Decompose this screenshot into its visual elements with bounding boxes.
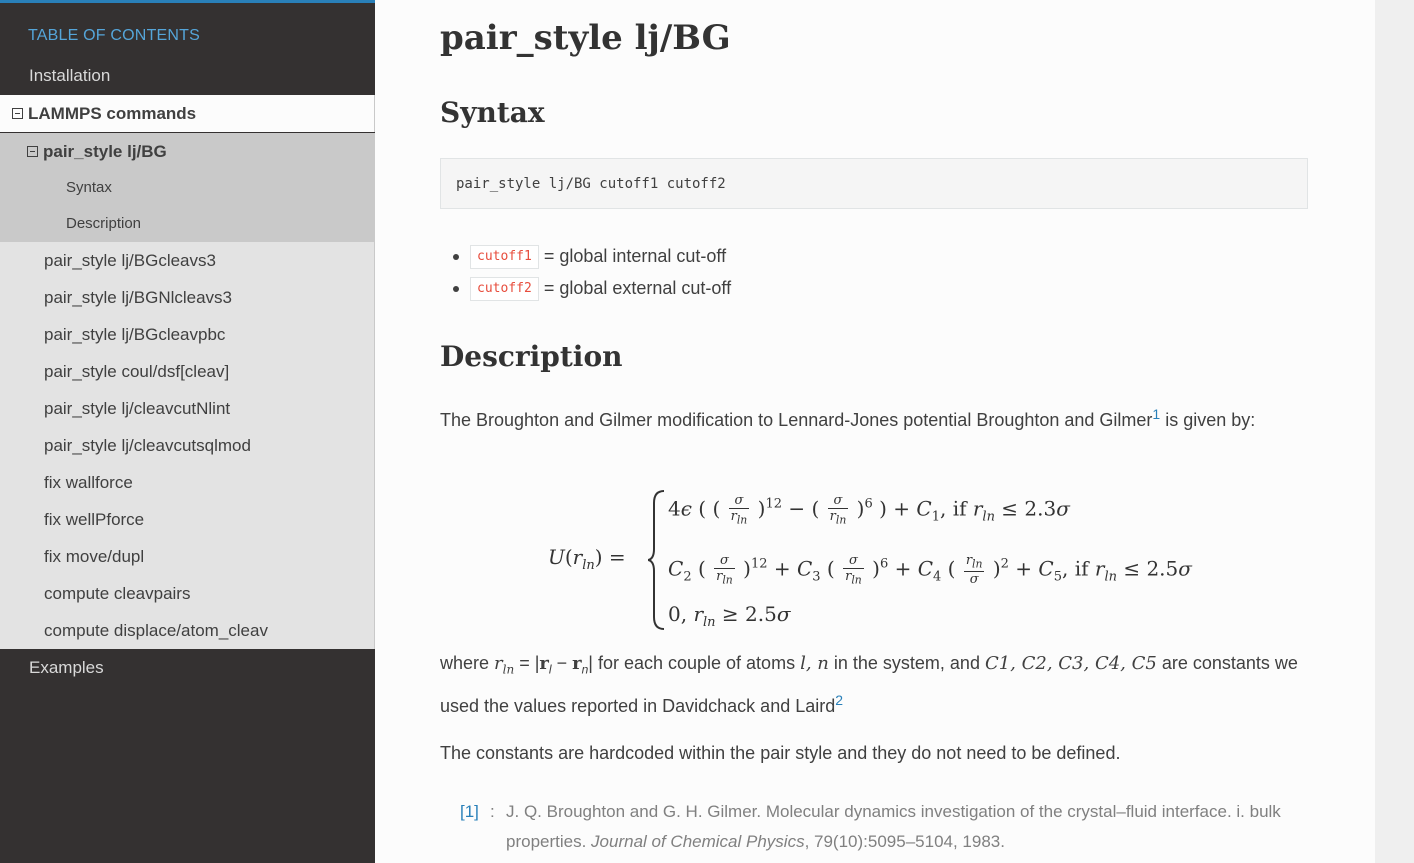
math-constants: C1, C2, C3, C4, C5 bbox=[984, 653, 1157, 674]
equation-lhs: U(rln) = bbox=[548, 545, 626, 573]
hardcoded-paragraph: The constants are hardcoded within the p… bbox=[440, 743, 1121, 763]
sidebar-subitem-description[interactable]: Description bbox=[0, 206, 375, 242]
sidebar-item-lammps-commands[interactable]: LAMMPS commands bbox=[0, 95, 375, 132]
sidebar-subitem-syntax[interactable]: Syntax bbox=[0, 170, 375, 206]
math-atoms: l, n bbox=[800, 653, 829, 674]
list-item: cutoff2 = global external cut-off bbox=[440, 274, 731, 306]
sidebar-item-installation[interactable]: Installation bbox=[0, 57, 375, 94]
sidebar-item[interactable]: pair_style lj/cleavcutsqlmod bbox=[0, 427, 375, 464]
sidebar-item[interactable]: pair_style lj/BGcleavs3 bbox=[0, 242, 375, 279]
equation-case-3: 0, rln ≥ 2.5σ bbox=[668, 602, 791, 630]
argument-list: cutoff1 = global internal cut-off cutoff… bbox=[440, 242, 731, 306]
sidebar-item[interactable]: pair_style lj/BGcleavpbc bbox=[0, 316, 375, 353]
equation-case-1: 4ϵ ( ( σ rln )12 − ( σ rln )6 ) + C1, if r… bbox=[668, 493, 1070, 527]
collapse-icon[interactable] bbox=[27, 145, 38, 157]
intro-paragraph: The Broughton and Gilmer modification to… bbox=[440, 399, 1310, 435]
arg-literal: cutoff1 bbox=[470, 245, 539, 270]
sidebar-item[interactable]: compute displace/atom_cleav bbox=[0, 612, 375, 649]
sidebar-item[interactable]: pair_style lj/BGNlcleavs3 bbox=[0, 279, 375, 316]
brace-icon bbox=[648, 490, 665, 630]
math-vector-rl: r bbox=[539, 653, 549, 674]
math-r-ln: rln bbox=[494, 653, 515, 677]
sidebar: TABLE OF CONTENTS Installation LAMMPS co… bbox=[0, 0, 375, 863]
intro-tail: is given by: bbox=[1160, 410, 1256, 430]
sidebar-item[interactable]: pair_style lj/cleavcutNlint bbox=[0, 390, 375, 427]
collapse-icon[interactable] bbox=[12, 107, 23, 119]
where-mid: for each couple of atoms bbox=[592, 653, 801, 673]
sidebar-item[interactable]: pair_style coul/dsf[cleav] bbox=[0, 353, 375, 390]
sidebar-item-examples[interactable]: Examples bbox=[0, 649, 375, 686]
where-prefix: where bbox=[440, 653, 495, 673]
sidebar-item-label: pair_style lj/BG bbox=[43, 142, 167, 161]
citation-text: J. Q. Broughton and G. H. Gilmer. Molecu… bbox=[506, 797, 1306, 857]
list-item: cutoff1 = global internal cut-off bbox=[440, 242, 731, 274]
sidebar-item[interactable]: compute cleavpairs bbox=[0, 575, 375, 612]
footnote-ref-link[interactable]: 2 bbox=[835, 692, 843, 708]
sidebar-item[interactable]: fix wellPforce bbox=[0, 501, 375, 538]
citation-label-link[interactable]: [1] bbox=[460, 797, 479, 827]
math-vector-rn: r bbox=[572, 653, 582, 674]
potential-equation: U(rln) = 4ϵ ( ( σ rln )12 − ( σ rln )6 ) +… bbox=[540, 485, 1220, 635]
sidebar-item-current-page[interactable]: pair_style lj/BG bbox=[0, 133, 375, 170]
syntax-heading: Syntax bbox=[440, 96, 545, 129]
arg-literal: cutoff2 bbox=[470, 277, 539, 302]
where-paragraph: where rln = |rl − rn| for each couple of… bbox=[440, 653, 1298, 716]
citation-colon: : bbox=[490, 802, 495, 821]
toc-caption: TABLE OF CONTENTS bbox=[28, 27, 201, 44]
scrollbar[interactable] bbox=[1375, 0, 1414, 863]
sidebar-top-accent bbox=[0, 0, 375, 3]
sidebar-item-label: LAMMPS commands bbox=[28, 104, 197, 123]
sidebar-item[interactable]: fix wallforce bbox=[0, 464, 375, 501]
where-mid2: in the system, and bbox=[828, 653, 985, 673]
arg-desc: = global internal cut-off bbox=[543, 246, 727, 266]
description-heading: Description bbox=[440, 340, 623, 373]
intro-text: The Broughton and Gilmer modification to… bbox=[440, 410, 1153, 430]
sidebar-item[interactable]: fix move/dupl bbox=[0, 538, 375, 575]
syntax-code: pair_style lj/BG cutoff1 cutoff2 bbox=[456, 176, 726, 192]
page-title: pair_style lj/BG bbox=[440, 18, 731, 58]
citation-tail: , 79(10):5095–5104, 1983. bbox=[804, 832, 1005, 851]
arg-desc: = global external cut-off bbox=[543, 278, 732, 298]
citation-journal: Journal of Chemical Physics bbox=[591, 832, 805, 851]
equation-case-2: C2 ( σ rln )12 + C3 ( σ rln )6 + C4 ( rln σ… bbox=[668, 553, 1192, 587]
syntax-code-block: pair_style lj/BG cutoff1 cutoff2 bbox=[440, 158, 1308, 209]
